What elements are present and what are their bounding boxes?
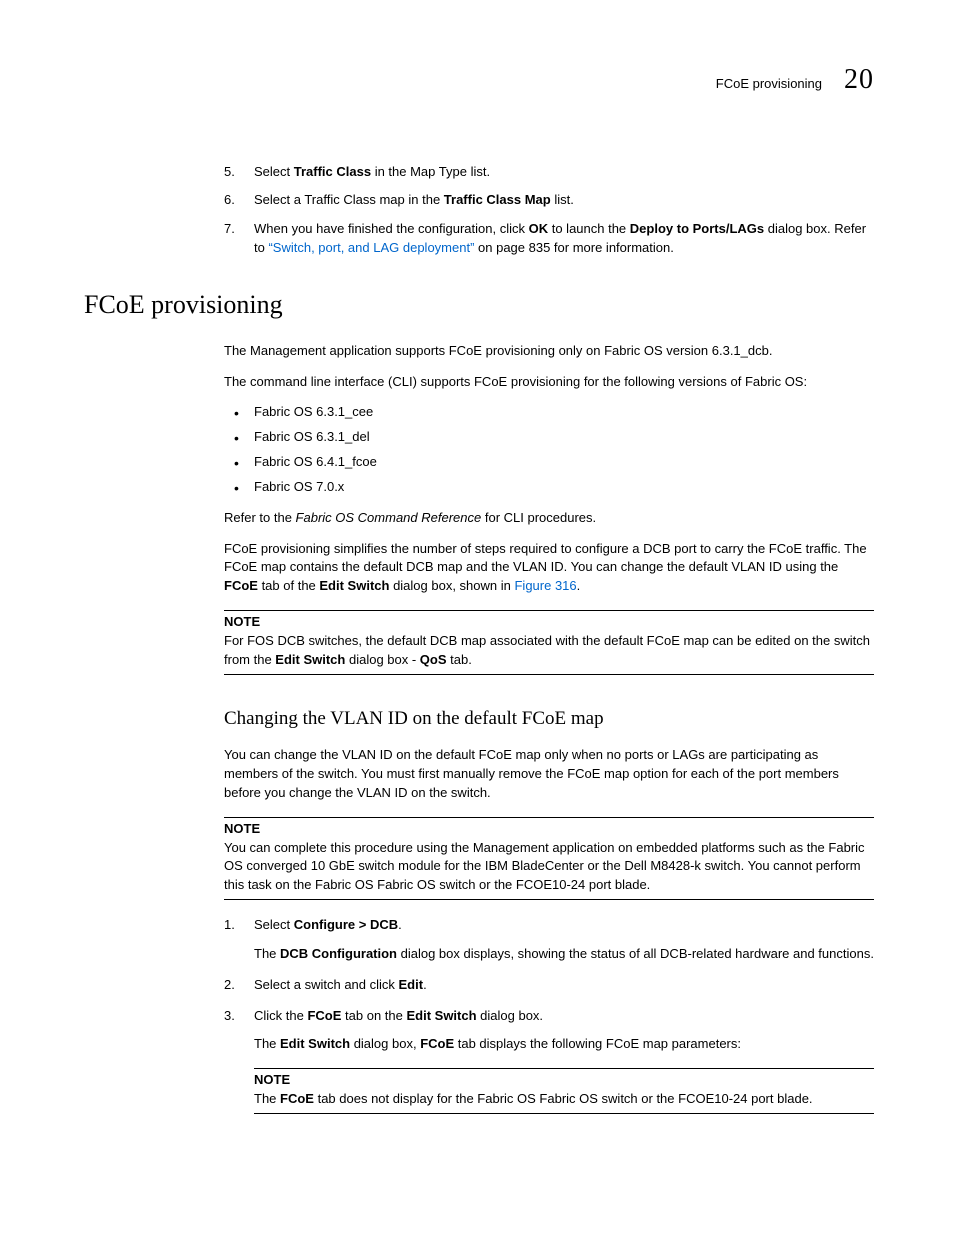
page-header: FCoE provisioning 20 xyxy=(84,60,874,101)
step-5: Select Traffic Class in the Map Type lis… xyxy=(224,163,874,182)
continued-steps: Select Traffic Class in the Map Type lis… xyxy=(224,163,874,258)
proc-step-2: Select a switch and click Edit. xyxy=(224,976,874,995)
proc-substep: The Edit Switch dialog box, FCoE tab dis… xyxy=(254,1035,874,1054)
intro-para-1: The Management application supports FCoE… xyxy=(224,342,874,361)
intro-para-2: The command line interface (CLI) support… xyxy=(224,373,874,392)
subsection-heading: Changing the VLAN ID on the default FCoE… xyxy=(224,705,874,733)
note-label: NOTE xyxy=(224,817,874,839)
os-version-list: Fabric OS 6.3.1_cee Fabric OS 6.3.1_del … xyxy=(224,403,874,496)
list-item: Fabric OS 6.4.1_fcoe xyxy=(224,453,874,472)
proc-substep: The DCB Configuration dialog box display… xyxy=(254,945,874,964)
proc-step-1: Select Configure > DCB. The DCB Configur… xyxy=(224,916,874,964)
section-heading: FCoE provisioning xyxy=(84,286,874,324)
vlan-change-para: You can change the VLAN ID on the defaul… xyxy=(224,746,874,803)
list-item: Fabric OS 7.0.x xyxy=(224,478,874,497)
note-label: NOTE xyxy=(224,610,874,632)
step-6: Select a Traffic Class map in the Traffi… xyxy=(224,191,874,210)
proc-step-3: Click the FCoE tab on the Edit Switch di… xyxy=(224,1007,874,1055)
list-item: Fabric OS 6.3.1_del xyxy=(224,428,874,447)
running-title: FCoE provisioning xyxy=(716,75,822,94)
list-item: Fabric OS 6.3.1_cee xyxy=(224,403,874,422)
note-body: You can complete this procedure using th… xyxy=(224,839,874,901)
note-body: For FOS DCB switches, the default DCB ma… xyxy=(224,632,874,675)
chapter-number: 20 xyxy=(844,60,874,101)
step-7: When you have finished the configuration… xyxy=(224,220,874,258)
procedure-list: Select Configure > DCB. The DCB Configur… xyxy=(224,916,874,1054)
note-label: NOTE xyxy=(254,1068,874,1090)
note-block: NOTE The FCoE tab does not display for t… xyxy=(254,1068,874,1114)
provisioning-para: FCoE provisioning simplifies the number … xyxy=(224,540,874,597)
xref-figure-316[interactable]: Figure 316 xyxy=(514,578,576,593)
note-body: The FCoE tab does not display for the Fa… xyxy=(254,1090,874,1114)
page-content: Select Traffic Class in the Map Type lis… xyxy=(224,163,874,1114)
note-block: NOTE For FOS DCB switches, the default D… xyxy=(224,610,874,675)
reference-para: Refer to the Fabric OS Command Reference… xyxy=(224,509,874,528)
xref-deployment[interactable]: “Switch, port, and LAG deployment” xyxy=(268,240,474,255)
note-block: NOTE You can complete this procedure usi… xyxy=(224,817,874,900)
